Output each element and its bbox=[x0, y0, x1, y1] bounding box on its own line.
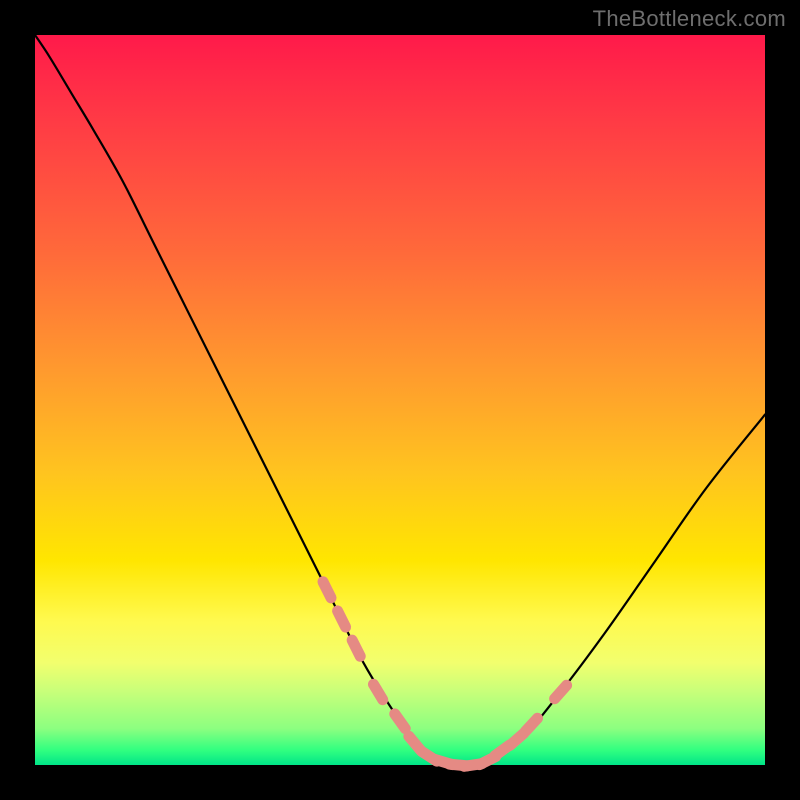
marker-dash bbox=[323, 582, 331, 598]
marker-dash bbox=[352, 640, 360, 656]
marker-dash bbox=[395, 714, 405, 729]
bottleneck-curve bbox=[35, 35, 765, 766]
highlighted-points bbox=[323, 582, 567, 767]
marker-dash bbox=[525, 718, 537, 731]
marker-dash bbox=[373, 684, 382, 699]
marker-dash bbox=[555, 685, 567, 698]
marker-dash bbox=[338, 611, 346, 627]
curve-layer bbox=[35, 35, 765, 765]
watermark-text: TheBottleneck.com bbox=[593, 6, 786, 32]
chart-frame: TheBottleneck.com bbox=[0, 0, 800, 800]
